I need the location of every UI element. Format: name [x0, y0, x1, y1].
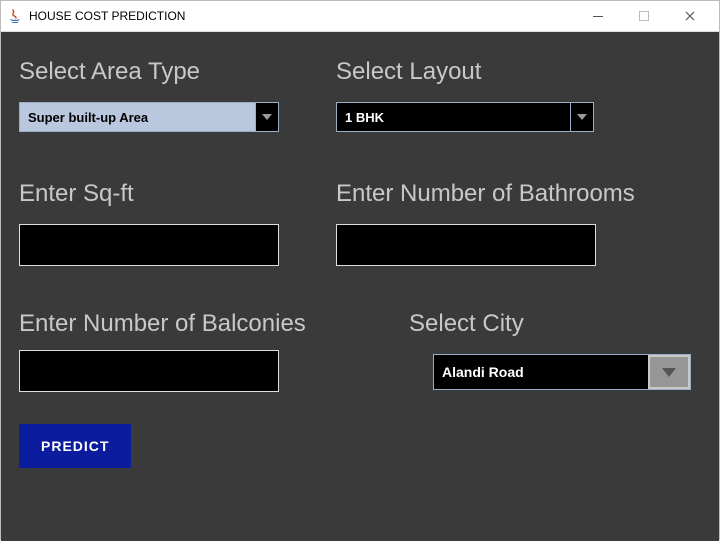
layout-select[interactable]: 1 BHK	[336, 102, 594, 132]
layout-label: Select Layout	[336, 58, 481, 86]
city-select[interactable]: Alandi Road	[433, 354, 691, 390]
bathrooms-label: Enter Number of Bathrooms	[336, 180, 635, 208]
predict-button[interactable]: PREDICT	[19, 424, 131, 468]
balconies-label: Enter Number of Balconies	[19, 310, 306, 338]
sqft-label: Enter Sq-ft	[19, 180, 134, 208]
window-title: HOUSE COST PREDICTION	[29, 9, 575, 23]
sqft-input[interactable]	[19, 224, 279, 266]
java-icon	[7, 8, 23, 24]
layout-value: 1 BHK	[337, 103, 570, 131]
balconies-input[interactable]	[19, 350, 279, 392]
area-type-select[interactable]: Super built-up Area	[19, 102, 279, 132]
city-label: Select City	[409, 310, 524, 338]
area-type-label: Select Area Type	[19, 58, 200, 86]
client-area: Select Area Type Select Layout Super bui…	[1, 32, 719, 541]
city-value: Alandi Road	[434, 355, 648, 389]
bathrooms-input[interactable]	[336, 224, 596, 266]
titlebar: HOUSE COST PREDICTION	[1, 1, 719, 32]
area-type-value: Super built-up Area	[20, 103, 255, 131]
close-button[interactable]	[667, 1, 713, 31]
app-window: HOUSE COST PREDICTION Select Area Type S…	[0, 0, 720, 540]
minimize-button[interactable]	[575, 1, 621, 31]
chevron-down-icon	[255, 103, 278, 131]
chevron-down-icon	[570, 103, 593, 131]
chevron-down-icon	[648, 355, 690, 389]
maximize-button[interactable]	[621, 1, 667, 31]
